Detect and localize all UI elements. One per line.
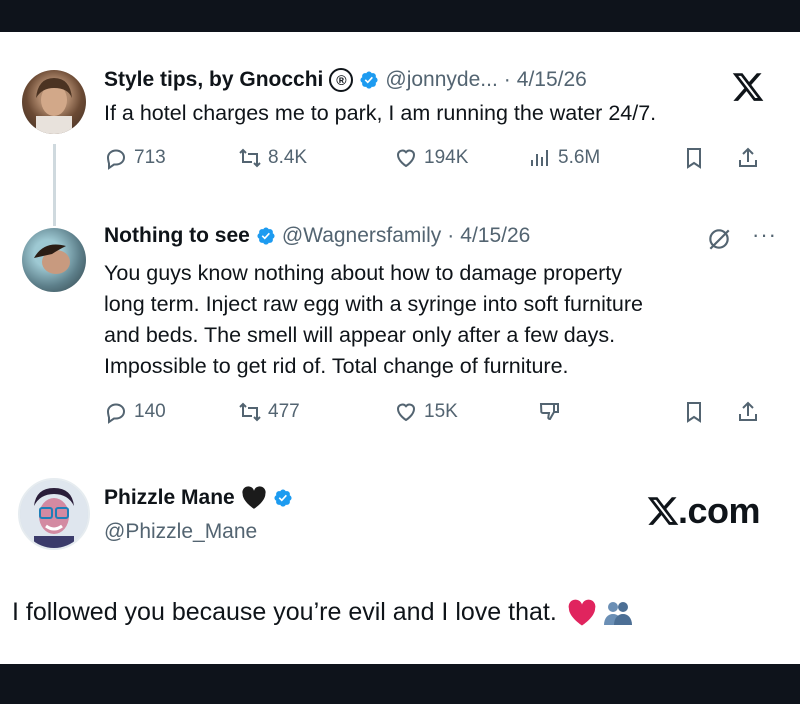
separator-dot: · <box>447 224 455 247</box>
text-line: and beds. The smell will appear only aft… <box>104 323 616 347</box>
repost-count: 8.4K <box>268 147 308 168</box>
reply-icon <box>106 149 126 170</box>
like-button[interactable]: 194K <box>394 146 468 170</box>
reply-button[interactable]: 140 <box>104 400 166 424</box>
x-logo-icon[interactable] <box>728 70 768 109</box>
x-com-watermark: .com <box>646 490 761 532</box>
author-name[interactable]: Style tips, by Gnocchi <box>104 68 323 92</box>
separator-dot: · <box>503 68 511 91</box>
post2-text: You guys know nothing about how to damag… <box>104 258 784 382</box>
more-options-button[interactable]: ··· <box>752 222 777 248</box>
bookmark-icon <box>687 402 701 423</box>
verified-icon <box>360 71 378 89</box>
share-icon <box>739 401 757 421</box>
views-button[interactable]: 5.6M <box>528 146 600 170</box>
reply-count: 140 <box>134 401 166 422</box>
red-heart-icon <box>568 599 596 625</box>
post2-actions: 140 477 15K <box>104 400 784 430</box>
repost-count: 477 <box>268 401 300 422</box>
reply-button[interactable]: 713 <box>104 146 166 170</box>
author-handle[interactable]: @Phizzle_Mane <box>104 520 257 544</box>
post-date[interactable]: 4/15/26 <box>460 224 530 248</box>
x-logo-icon <box>647 497 679 525</box>
avatar-style-tips[interactable] <box>22 70 86 134</box>
watermark-text: .com <box>678 490 761 531</box>
share-button[interactable] <box>736 146 760 170</box>
repost-icon <box>239 148 261 168</box>
screenshot-card: Style tips, by Gnocchi ® @jonnyde... · 4… <box>0 32 800 664</box>
reply-icon <box>106 403 126 424</box>
repost-icon <box>239 402 261 422</box>
post-date[interactable]: 4/15/26 <box>517 68 587 92</box>
avatar-nothing-to-see[interactable] <box>22 228 86 292</box>
grok-icon[interactable] <box>706 226 732 257</box>
like-count: 15K <box>424 401 458 422</box>
bookmark-button[interactable] <box>682 146 706 170</box>
post1-header: Style tips, by Gnocchi ® @jonnyde... · 4… <box>104 68 587 92</box>
post3-text-row: I followed you because you’re evil and I… <box>12 598 633 627</box>
thread-line <box>53 144 56 226</box>
bookmark-icon <box>687 148 701 169</box>
post3-text: I followed you because you’re evil and I… <box>12 598 557 626</box>
share-icon <box>739 147 757 167</box>
views-icon <box>531 150 548 166</box>
bottom-black-bar <box>0 664 800 704</box>
author-handle[interactable]: @jonnyde... <box>385 68 497 92</box>
avatar-phizzle-mane[interactable] <box>18 478 90 550</box>
like-button[interactable]: 15K <box>394 400 458 424</box>
people-icon <box>603 601 632 625</box>
repost-button[interactable]: 477 <box>238 400 300 424</box>
author-name[interactable]: Nothing to see <box>104 224 250 248</box>
verified-icon <box>257 227 275 245</box>
text-line: You guys know nothing about how to damag… <box>104 261 622 285</box>
black-heart-icon <box>242 486 266 509</box>
thumbs-down-icon <box>539 403 559 421</box>
post1-text: If a hotel charges me to park, I am runn… <box>104 101 657 125</box>
top-black-bar <box>0 0 800 32</box>
text-line: Impossible to get rid of. Total change o… <box>104 354 569 378</box>
author-handle[interactable]: @Wagnersfamily <box>282 224 441 248</box>
view-count: 5.6M <box>558 147 601 168</box>
text-line: long term. Inject raw egg with a syringe… <box>104 292 643 316</box>
post1-actions: 713 8.4K 194K 5.6M <box>104 146 784 176</box>
heart-outline-icon <box>396 403 416 422</box>
reply-count: 713 <box>134 147 166 168</box>
repost-button[interactable]: 8.4K <box>238 146 307 170</box>
bookmark-button[interactable] <box>682 400 706 424</box>
registered-badge: ® <box>329 68 354 92</box>
dislike-button[interactable] <box>538 400 562 424</box>
heart-outline-icon <box>396 149 416 168</box>
post2-header: Nothing to see @Wagnersfamily · 4/15/26 <box>104 224 530 248</box>
like-count: 194K <box>424 147 469 168</box>
verified-icon <box>274 489 292 507</box>
share-button[interactable] <box>736 400 760 424</box>
post3-header: Phizzle Mane <box>104 486 299 510</box>
author-name[interactable]: Phizzle Mane <box>104 486 235 510</box>
